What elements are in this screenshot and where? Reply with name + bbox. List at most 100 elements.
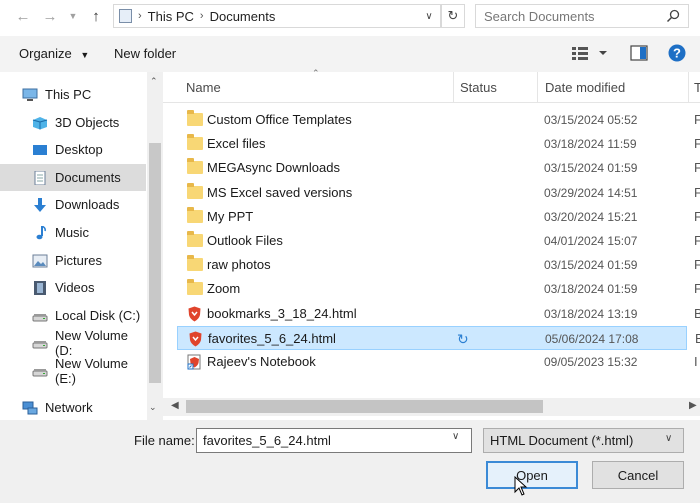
column-header-date-modified[interactable]: Date modified: [545, 80, 625, 95]
up-arrow-icon[interactable]: ↑: [86, 6, 106, 26]
sidebar-item-label: 3D Objects: [55, 115, 120, 130]
scroll-right-arrow-icon[interactable]: ▶: [689, 400, 697, 411]
sidebar-item-label: Downloads: [55, 197, 120, 212]
address-bar[interactable]: › This PC › Documents: [113, 4, 441, 28]
sidebar-item-label: Desktop: [55, 142, 103, 157]
file-date-modified: 05/06/2024 17:08: [545, 332, 639, 346]
sidebar-item-3d-objects[interactable]: 3D Objects: [0, 109, 146, 136]
file-name: MEGAsync Downloads: [207, 160, 340, 175]
chevron-down-icon: ▼: [80, 50, 90, 60]
file-name: bookmarks_3_18_24.html: [207, 306, 357, 321]
view-options-icon[interactable]: [572, 44, 608, 62]
sidebar-item-label: Documents: [55, 170, 121, 185]
refresh-icon[interactable]: ↻: [441, 4, 465, 28]
search-icon[interactable]: [666, 9, 680, 23]
file-date-modified: 03/18/2024 11:59: [544, 137, 637, 151]
column-header-status[interactable]: Status: [460, 80, 497, 95]
sort-ascending-icon: ⌃: [312, 68, 320, 78]
sidebar-item-label: Network: [45, 400, 93, 415]
horizontal-scroll-thumb[interactable]: [186, 400, 543, 413]
file-type-chevron-icon[interactable]: ∨: [665, 433, 672, 444]
drive-icon: [32, 309, 48, 323]
sidebar-item-desktop[interactable]: Desktop: [0, 136, 146, 163]
file-name-input[interactable]: favorites_5_6_24.html: [196, 428, 472, 453]
forward-arrow-icon[interactable]: →: [40, 6, 60, 26]
column-divider[interactable]: [688, 72, 689, 103]
organize-button[interactable]: Organize ▼: [19, 46, 89, 61]
sidebar-item-label: Music: [55, 225, 89, 240]
sidebar-item-documents[interactable]: Documents: [0, 164, 146, 191]
file-row[interactable]: My PPT 03/20/2024 15:21 F: [177, 205, 700, 229]
navigation-pane-scroll-thumb[interactable]: [149, 143, 161, 383]
sidebar-item-downloads[interactable]: Downloads: [0, 191, 146, 218]
file-date-modified: 03/20/2024 15:21: [544, 210, 638, 224]
breadcrumb-chevron-icon[interactable]: ›: [200, 10, 204, 22]
column-header-type[interactable]: T: [694, 80, 700, 95]
breadcrumb-documents[interactable]: Documents: [210, 9, 276, 24]
column-divider[interactable]: [537, 72, 538, 103]
file-row[interactable]: raw photos 03/15/2024 01:59 F: [177, 253, 700, 277]
file-name: Excel files: [207, 136, 266, 151]
folder-icon: [187, 255, 203, 271]
back-arrow-icon[interactable]: ←: [13, 6, 33, 26]
file-name: favorites_5_6_24.html: [208, 331, 336, 346]
file-row[interactable]: Zoom 03/18/2024 01:59 F: [177, 277, 700, 301]
sidebar-item-label: Pictures: [55, 253, 102, 268]
this-pc-icon: [119, 9, 132, 23]
sidebar-item-videos[interactable]: Videos: [0, 274, 146, 301]
help-icon[interactable]: ?: [668, 44, 686, 62]
column-header-name[interactable]: Name: [186, 80, 221, 95]
music-note-icon: [32, 224, 48, 240]
cube-icon: [32, 116, 48, 130]
file-name: MS Excel saved versions: [207, 185, 353, 200]
new-folder-button[interactable]: New folder: [114, 46, 176, 61]
sidebar-item-this-pc[interactable]: This PC: [0, 81, 146, 108]
sync-status-icon: ↻: [457, 331, 469, 347]
breadcrumb-this-pc[interactable]: This PC: [148, 9, 194, 24]
breadcrumb-chevron-icon[interactable]: ›: [138, 10, 142, 22]
sidebar-item-pictures[interactable]: Pictures: [0, 247, 146, 274]
file-name: Custom Office Templates: [207, 112, 352, 127]
file-type-select[interactable]: HTML Document (*.html): [483, 428, 684, 453]
file-type: F: [694, 257, 700, 272]
desktop-icon: [32, 143, 48, 157]
preview-pane-icon[interactable]: [630, 45, 648, 61]
file-row[interactable]: Custom Office Templates 03/15/2024 05:52 F: [177, 108, 700, 132]
brave-html-file-icon: [188, 306, 201, 322]
file-date-modified: 03/18/2024 13:19: [544, 307, 638, 321]
file-type: F: [694, 112, 700, 127]
address-dropdown-icon[interactable]: ∨: [420, 6, 438, 26]
drive-icon: [32, 336, 48, 350]
file-date-modified: 03/18/2024 01:59: [544, 282, 638, 296]
scroll-down-arrow-icon[interactable]: ⌄: [149, 402, 157, 413]
search-placeholder: Search Documents: [484, 8, 595, 24]
file-type: B: [695, 331, 700, 346]
folder-icon: [187, 134, 203, 150]
file-row[interactable]: bookmarks_3_18_24.html 03/18/2024 13:19 B: [177, 302, 700, 326]
sidebar-item-local-disk-c[interactable]: Local Disk (C:): [0, 302, 146, 329]
file-type: F: [694, 209, 700, 224]
sidebar-item-new-volume-d[interactable]: New Volume (D:: [0, 327, 146, 358]
file-row[interactable]: Outlook Files 04/01/2024 15:07 F: [177, 229, 700, 253]
search-input[interactable]: Search Documents: [475, 4, 689, 28]
file-row[interactable]: favorites_5_6_24.html ↻ 05/06/2024 17:08 B: [177, 326, 700, 350]
open-button[interactable]: Open: [486, 461, 578, 489]
download-arrow-icon: [32, 197, 48, 212]
file-date-modified: 04/01/2024 15:07: [544, 234, 638, 248]
scroll-up-arrow-icon[interactable]: ⌃: [150, 76, 158, 87]
scroll-left-arrow-icon[interactable]: ◀: [171, 400, 179, 411]
organize-label: Organize: [19, 46, 72, 61]
cancel-button[interactable]: Cancel: [592, 461, 684, 489]
sidebar-item-music[interactable]: Music: [0, 219, 146, 246]
recent-locations-chevron-icon[interactable]: ▼: [63, 6, 83, 26]
file-name-history-chevron-icon[interactable]: ∨: [452, 431, 459, 442]
file-row[interactable]: Excel files 03/18/2024 11:59 F: [177, 132, 700, 156]
column-divider[interactable]: [453, 72, 454, 103]
file-row[interactable]: Rajeev's Notebook 09/05/2023 15:32 I: [177, 350, 698, 374]
file-row[interactable]: MS Excel saved versions 03/29/2024 14:51 F: [177, 181, 700, 205]
file-name: Zoom: [207, 281, 241, 296]
file-row[interactable]: MEGAsync Downloads 03/15/2024 01:59 F: [177, 156, 700, 180]
sidebar-item-network[interactable]: Network: [0, 394, 146, 421]
sidebar-item-new-volume-e[interactable]: New Volume (E:): [0, 356, 146, 386]
sidebar-item-label: New Volume (D:: [55, 327, 128, 358]
